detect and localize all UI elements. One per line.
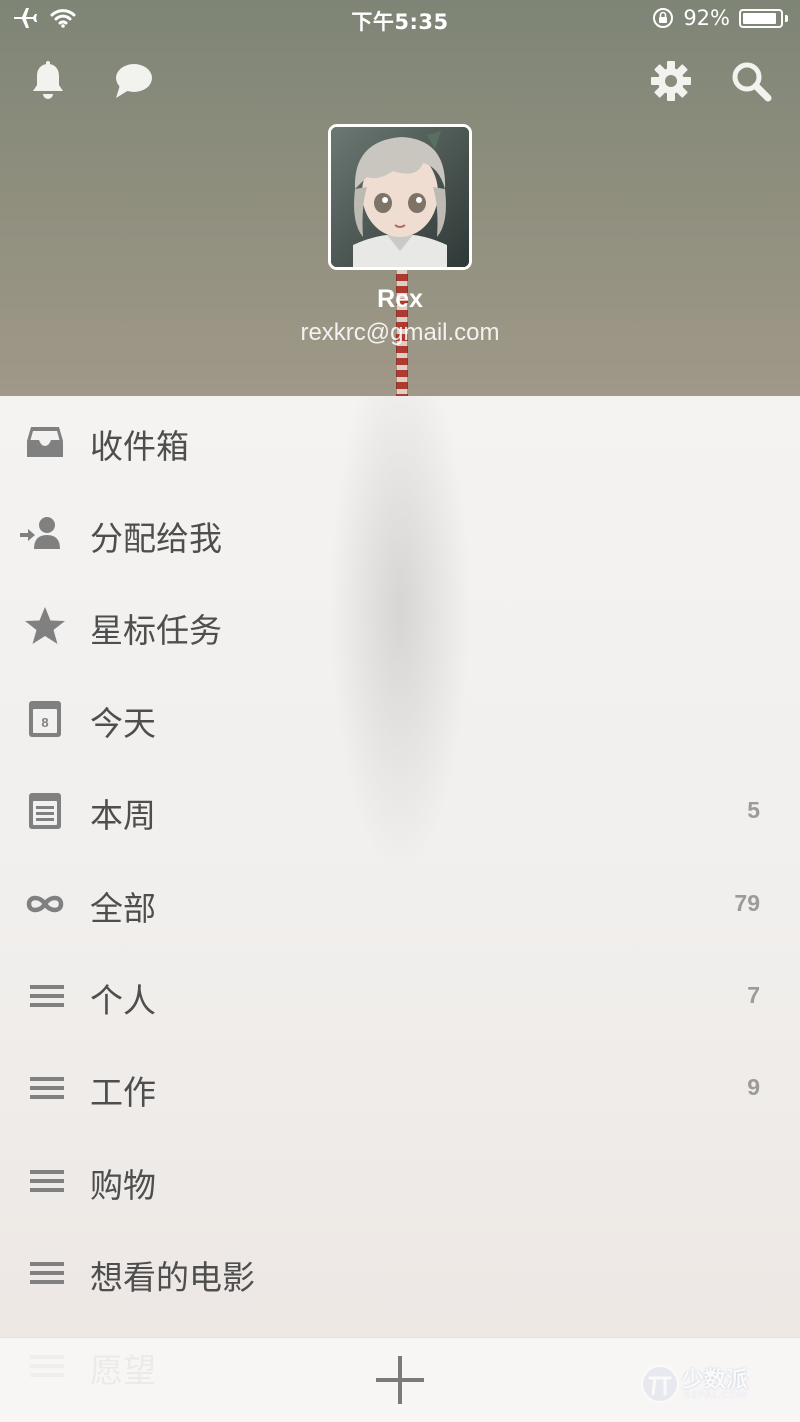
- menu-item-assigned-to-me[interactable]: 分配给我: [0, 488, 800, 580]
- calendar-day-number: 8: [41, 715, 48, 730]
- profile-header: 下午5:35 92% Rex rexkrc@gmail.com: [0, 0, 800, 396]
- status-bar: 下午5:35 92%: [0, 0, 800, 40]
- avatar[interactable]: [328, 124, 472, 270]
- battery-icon: [739, 8, 783, 28]
- menu-item-list-personal[interactable]: 个人 7: [0, 950, 800, 1042]
- status-right-group: 92%: [652, 6, 788, 30]
- list-icon: [30, 1077, 64, 1099]
- menu-item-count: 79: [734, 890, 760, 916]
- menu-item-label: 今天: [90, 704, 156, 743]
- menu-item-list-work[interactable]: 工作 9: [0, 1042, 800, 1134]
- menu-item-inbox[interactable]: 收件箱: [0, 396, 800, 488]
- menu-item-label: 想看的电影: [90, 1258, 255, 1297]
- plus-icon[interactable]: [372, 1352, 428, 1408]
- battery-level-fill: [743, 12, 776, 24]
- menu-item-all[interactable]: 全部 79: [0, 858, 800, 950]
- list-icon: [30, 1262, 64, 1284]
- search-icon[interactable]: [728, 58, 774, 104]
- menu-item-label: 分配给我: [90, 519, 222, 558]
- list-menu: 收件箱 分配给我 星标任务 8 今天 本周 5 全部 79 个人 7 工作 9 …: [0, 396, 800, 1422]
- menu-item-list-shopping[interactable]: 购物: [0, 1135, 800, 1227]
- menu-item-list-movies[interactable]: 想看的电影: [0, 1227, 800, 1319]
- battery-tip: [785, 14, 788, 22]
- menu-item-label: 个人: [90, 981, 156, 1020]
- bottom-toolbar: 少数派 SSPAI.COM: [0, 1337, 800, 1422]
- user-email: rexkrc@gmail.com: [300, 319, 500, 346]
- user-name: Rex: [377, 285, 423, 313]
- battery-percent: 92%: [683, 6, 730, 30]
- menu-item-today[interactable]: 8 今天: [0, 673, 800, 765]
- menu-item-label: 全部: [90, 889, 156, 928]
- pi-logo-icon: [641, 1365, 679, 1403]
- menu-item-this-week[interactable]: 本周 5: [0, 765, 800, 857]
- gear-icon[interactable]: [648, 58, 694, 104]
- menu-item-label: 收件箱: [90, 427, 189, 466]
- menu-item-label: 星标任务: [90, 611, 222, 650]
- avatar-illustration: [331, 127, 469, 267]
- watermark-subtext: SSPAI.COM: [684, 1390, 748, 1401]
- star-icon: [25, 607, 65, 644]
- chat-bubble-icon[interactable]: [110, 58, 156, 104]
- list-icon: [30, 985, 64, 1007]
- infinity-icon: [26, 895, 64, 913]
- menu-item-count: 5: [747, 797, 760, 823]
- menu-item-count: 9: [747, 1074, 760, 1100]
- calendar-day-icon: 8: [29, 701, 61, 737]
- bell-icon[interactable]: [25, 58, 71, 104]
- menu-item-label: 工作: [90, 1073, 156, 1112]
- menu-item-label: 本周: [90, 796, 156, 835]
- calendar-week-icon: [29, 793, 61, 829]
- rotation-lock-icon: [653, 8, 674, 28]
- menu-item-count: 7: [747, 982, 760, 1008]
- menu-item-starred[interactable]: 星标任务: [0, 580, 800, 672]
- assigned-to-me-icon: [20, 517, 60, 549]
- list-icon: [30, 1170, 64, 1192]
- app-screen: 下午5:35 92% Rex rexkrc@gmail.com 收件箱 分配给我…: [0, 0, 800, 1422]
- inbox-icon: [27, 427, 63, 457]
- menu-item-label: 购物: [90, 1166, 156, 1205]
- sspai-watermark: 少数派 SSPAI.COM: [640, 1362, 780, 1406]
